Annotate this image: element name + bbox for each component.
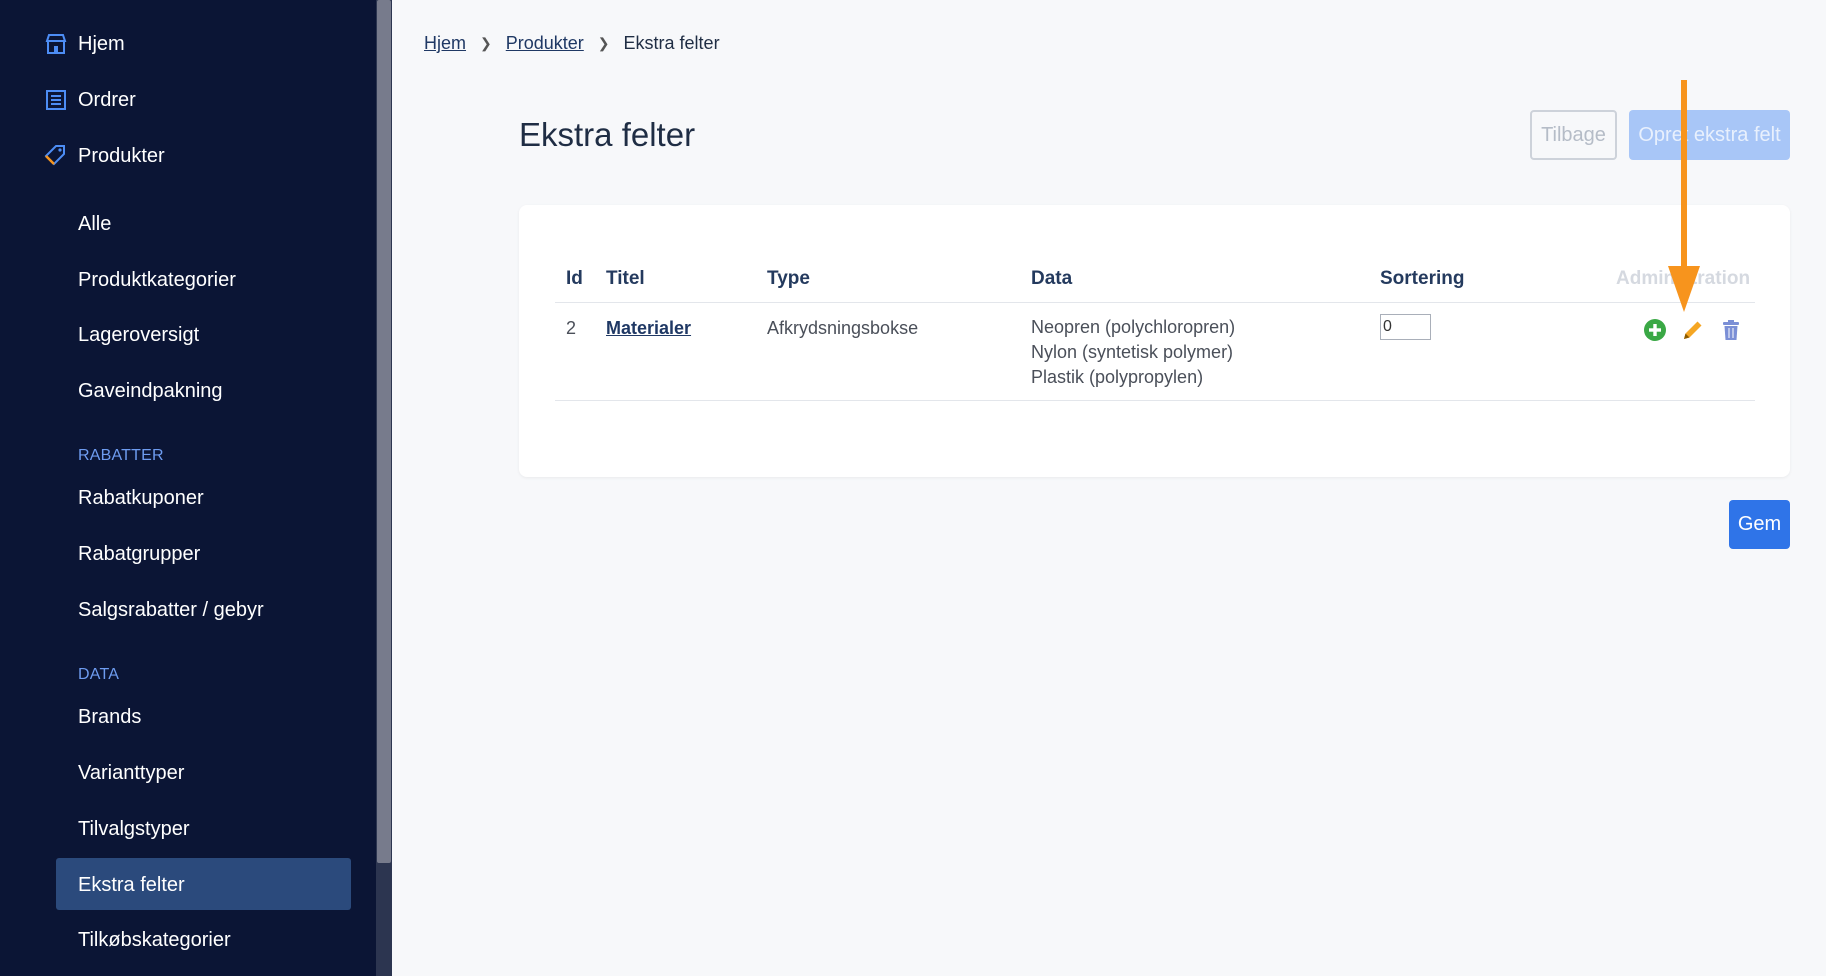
cell-id: 2	[566, 318, 577, 338]
data-value: Neopren (polychloropren)	[1031, 317, 1236, 337]
table-row-divider	[555, 400, 1755, 401]
column-header-data: Data	[1031, 268, 1073, 289]
sidebar-item-tilkobskategorier[interactable]: Tilkøbskategorier	[78, 929, 231, 952]
breadcrumb-current: Ekstra felter	[623, 33, 720, 53]
tag-icon	[44, 145, 65, 166]
sidebar-item-produkter[interactable]: Produkter	[44, 144, 165, 168]
sidebar-item-brands[interactable]: Brands	[78, 706, 141, 729]
chevron-right-icon: ❯	[597, 35, 610, 51]
column-header-sorting: Sortering	[1380, 268, 1465, 289]
chevron-right-icon: ❯	[480, 35, 492, 51]
sidebar-item-label: Hjem	[78, 32, 125, 55]
cell-type: Afkrydsningsbokse	[767, 318, 919, 338]
sidebar-heading-rabatter: RABATTER	[78, 447, 164, 464]
sidebar: Hjem Ordrer Produkter Alle Produktkatego…	[0, 0, 376, 976]
sidebar-item-varianttyper[interactable]: Varianttyper	[78, 762, 184, 785]
edit-pencil-icon[interactable]	[1681, 318, 1705, 342]
create-extra-field-button[interactable]: Opret ekstra felt	[1629, 110, 1790, 160]
data-value: Nylon (syntetisk polymer)	[1031, 342, 1234, 362]
column-header-title: Titel	[606, 268, 645, 289]
sidebar-item-salgsrabatter[interactable]: Salgsrabatter / gebyr	[78, 599, 264, 622]
sidebar-item-tilvalgstyper[interactable]: Tilvalgstyper	[78, 818, 190, 841]
add-icon[interactable]	[1643, 318, 1667, 342]
sidebar-scrollbar-thumb[interactable]	[377, 0, 391, 863]
sidebar-item-produktkategorier[interactable]: Produktkategorier	[78, 269, 236, 292]
sidebar-heading-data: DATA	[78, 666, 120, 683]
back-button[interactable]: Tilbage	[1530, 110, 1617, 160]
cell-title-link[interactable]: Materialer	[606, 318, 691, 339]
list-icon	[46, 90, 66, 110]
sidebar-item-gaveindpakning[interactable]: Gaveindpakning	[78, 380, 223, 403]
breadcrumb-home-link[interactable]: Hjem	[424, 33, 466, 54]
sidebar-item-ekstra-felter[interactable]: Ekstra felter	[78, 874, 185, 897]
sidebar-item-rabatgrupper[interactable]: Rabatgrupper	[78, 543, 200, 566]
sidebar-item-hjem[interactable]: Hjem	[44, 32, 125, 56]
data-value: Plastik (polypropylen)	[1031, 367, 1204, 387]
sidebar-item-ordrer[interactable]: Ordrer	[44, 88, 136, 112]
page-title: Ekstra felter	[519, 116, 696, 153]
sidebar-item-label: Produkter	[78, 144, 165, 167]
column-header-id: Id	[566, 268, 583, 289]
table-header-divider	[555, 302, 1755, 303]
column-header-type: Type	[767, 268, 810, 289]
sidebar-item-lageroversigt[interactable]: Lageroversigt	[78, 324, 199, 347]
column-header-administration: Administration	[1616, 268, 1751, 289]
sidebar-item-label: Ordrer	[78, 88, 136, 111]
sorting-input[interactable]	[1380, 314, 1431, 340]
sidebar-item-alle[interactable]: Alle	[78, 213, 111, 236]
save-button[interactable]: Gem	[1729, 500, 1790, 549]
breadcrumb-products-link[interactable]: Produkter	[506, 33, 584, 54]
sidebar-item-rabatkuponer[interactable]: Rabatkuponer	[78, 487, 204, 510]
cell-data: Neopren (polychloropren) Nylon (syntetis…	[1031, 315, 1235, 390]
delete-trash-icon[interactable]	[1719, 318, 1743, 342]
store-icon	[45, 34, 67, 54]
breadcrumb: Hjem ❯ Produkter ❯ Ekstra felter	[424, 33, 720, 54]
